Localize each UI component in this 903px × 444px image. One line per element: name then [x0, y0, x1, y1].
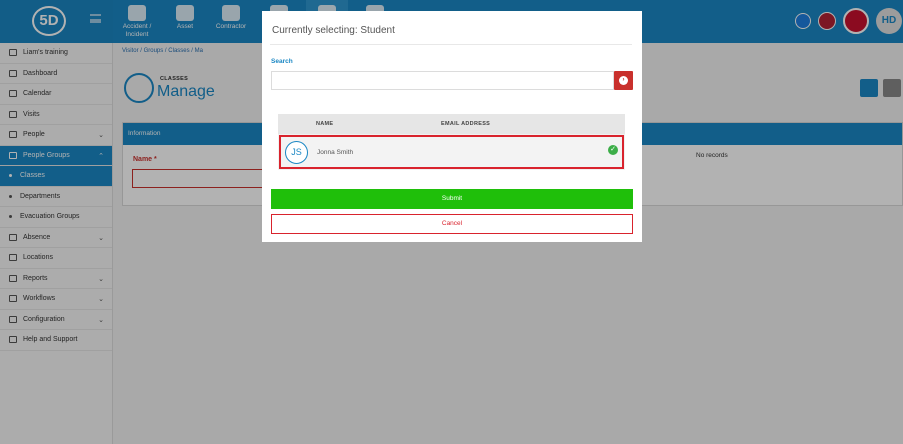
search-label: Search — [271, 58, 293, 65]
table-row[interactable]: JS Jonna Smith ✓ — [279, 135, 624, 169]
select-student-modal: Currently selecting: Student Search › NA… — [262, 11, 642, 242]
cancel-button[interactable]: Cancel — [271, 214, 633, 234]
avatar: JS — [285, 141, 308, 164]
chevron-right-icon: › — [619, 76, 628, 85]
column-header-email: EMAIL ADDRESS — [441, 121, 491, 127]
search-button[interactable]: › — [614, 71, 633, 90]
search-input[interactable] — [271, 71, 614, 90]
results-table: NAME EMAIL ADDRESS JS Jonna Smith ✓ — [278, 114, 625, 170]
submit-button[interactable]: Submit — [271, 189, 633, 209]
check-circle-icon: ✓ — [608, 145, 618, 155]
modal-title: Currently selecting: Student — [272, 25, 395, 36]
row-name: Jonna Smith — [317, 149, 354, 156]
modal-divider — [270, 44, 632, 45]
table-header: NAME EMAIL ADDRESS — [278, 114, 625, 134]
column-header-name: NAME — [316, 121, 334, 127]
